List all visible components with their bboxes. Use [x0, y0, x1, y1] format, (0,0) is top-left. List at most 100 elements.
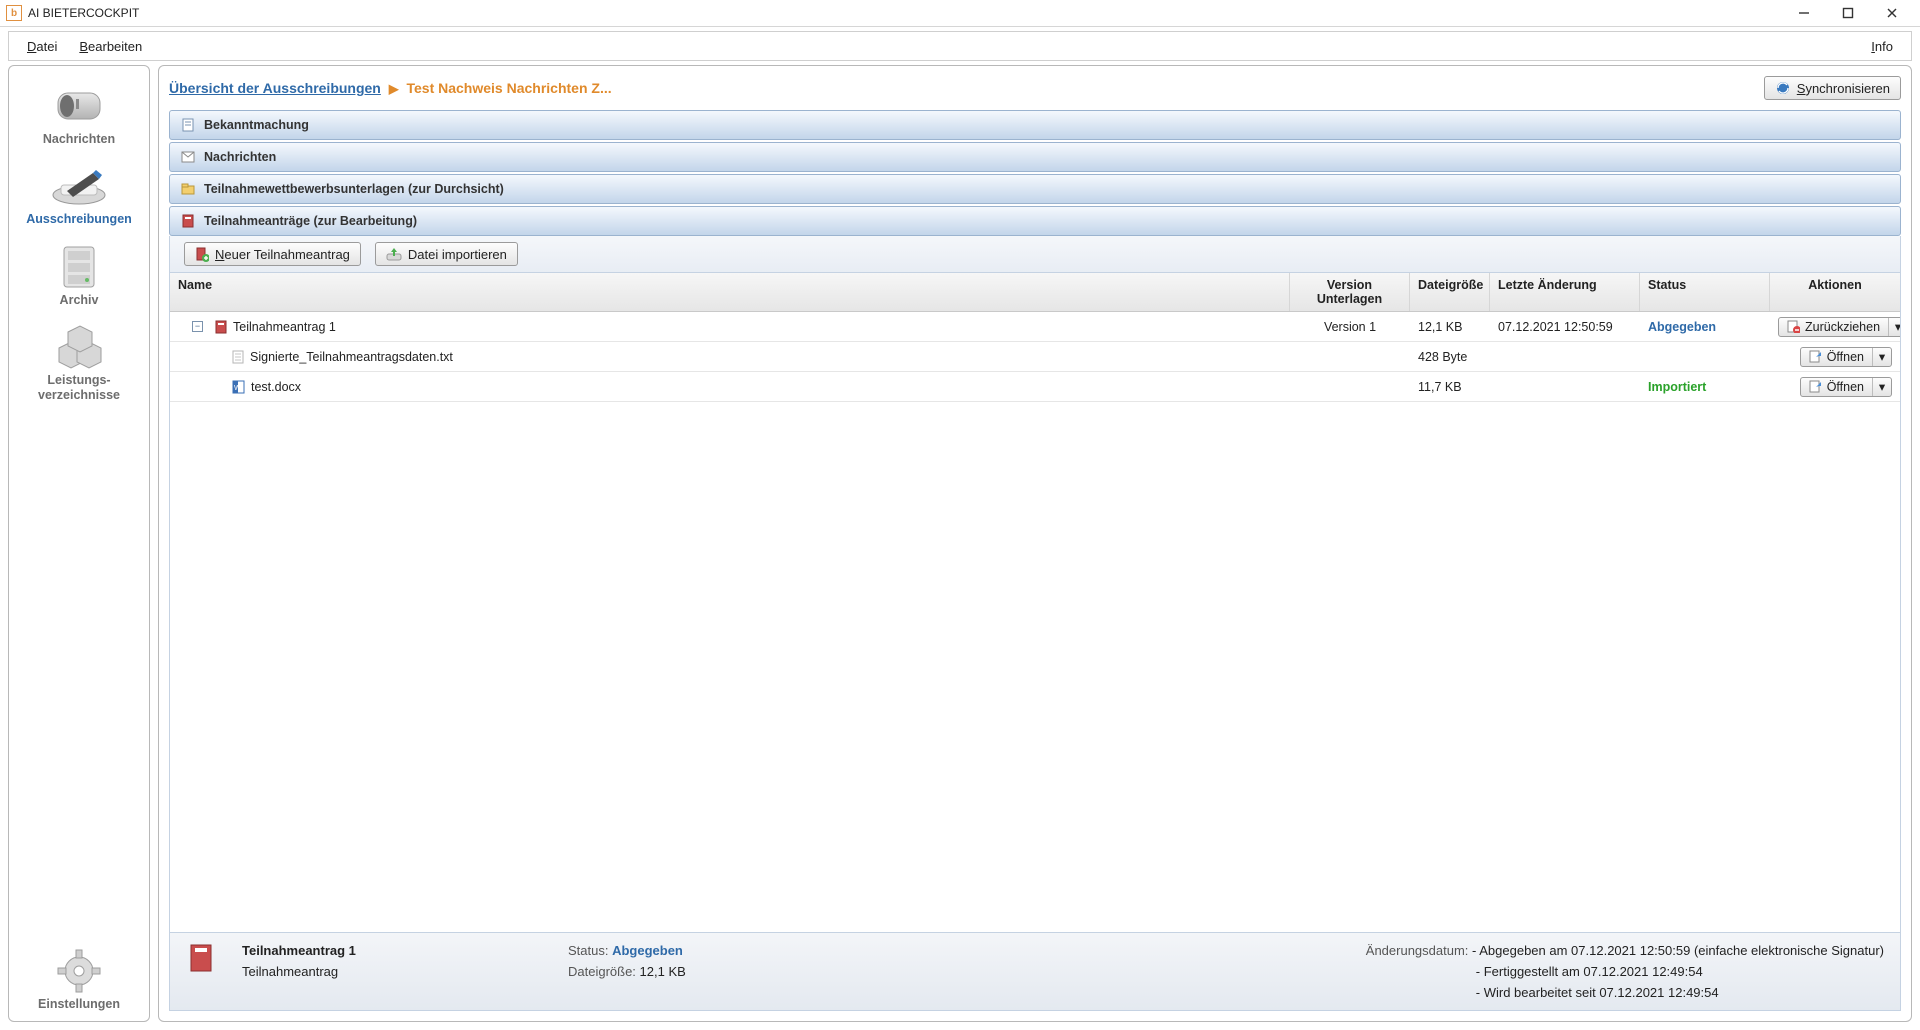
detail-footer: Teilnahmeantrag 1 Teilnahmeantrag Status… — [169, 933, 1901, 1011]
table-body: − Teilnahmeantrag 1 Version 1 12,1 KB 07… — [170, 312, 1900, 932]
footer-status-value: Abgegeben — [612, 943, 683, 958]
breadcrumb-root[interactable]: Übersicht der Ausschreibungen — [169, 80, 381, 96]
antraege-table: Name Version Unterlagen Dateigröße Letzt… — [169, 273, 1901, 933]
binder-icon — [215, 320, 227, 334]
cell-name: test.docx — [251, 380, 301, 394]
window-title: AI BIETERCOCKPIT — [28, 6, 139, 20]
footer-change-line: - Wird bearbeitet seit 07.12.2021 12:49:… — [1366, 985, 1884, 1000]
text-file-icon — [232, 350, 244, 364]
cell-status: Importiert — [1640, 380, 1770, 394]
globe-sync-icon — [1775, 80, 1791, 96]
minimize-button[interactable] — [1782, 0, 1826, 26]
content-pane: Übersicht der Ausschreibungen ▶ Test Nac… — [158, 65, 1912, 1022]
envelope-icon — [180, 149, 196, 165]
section-label: Bekanntmachung — [204, 118, 309, 132]
menu-bearbeiten[interactable]: Bearbeiten — [79, 39, 142, 54]
chevron-down-icon[interactable]: ▾ — [1873, 348, 1891, 366]
breadcrumb-separator-icon: ▶ — [389, 81, 399, 96]
open-icon — [1809, 380, 1822, 393]
th-size[interactable]: Dateigröße — [1410, 273, 1490, 311]
binder-icon — [180, 213, 196, 229]
footer-change-line: - Abgegeben am 07.12.2021 12:50:59 (einf… — [1472, 943, 1884, 958]
sidebar-item-archiv[interactable]: Archiv — [9, 241, 149, 307]
section-bekanntmachung[interactable]: Bekanntmachung — [169, 110, 1901, 140]
menu-datei[interactable]: Datei — [27, 39, 57, 54]
svg-text:W: W — [234, 385, 241, 392]
word-file-icon: W — [232, 380, 245, 394]
mailbox-icon — [9, 80, 149, 132]
folder-icon — [180, 181, 196, 197]
breadcrumb-current: Test Nachweis Nachrichten Z... — [406, 80, 611, 96]
cell-size: 428 Byte — [1410, 350, 1490, 364]
open-icon — [1809, 350, 1822, 363]
cell-status: Abgegeben — [1640, 320, 1770, 334]
breadcrumb-row: Übersicht der Ausschreibungen ▶ Test Nac… — [169, 76, 1901, 100]
table-row[interactable]: W test.docx 11,7 KB Importiert Öffnen ▾ — [170, 372, 1900, 402]
section-unterlagen[interactable]: Teilnahmewettbewerbsunterlagen (zur Durc… — [169, 174, 1901, 204]
sidebar-item-einstellungen[interactable]: Einstellungen — [9, 945, 149, 1011]
row-action-oeffnen[interactable]: Öffnen ▾ — [1800, 347, 1892, 367]
sidebar-item-label: Leistungs- verzeichnisse — [9, 373, 149, 402]
th-version[interactable]: Version Unterlagen — [1290, 273, 1410, 311]
withdraw-icon — [1787, 320, 1800, 333]
footer-title: Teilnahmeantrag 1 — [242, 943, 542, 958]
menubar: Datei Bearbeiten Info — [8, 31, 1912, 61]
tablet-pen-icon — [9, 160, 149, 212]
cell-version: Version 1 — [1290, 320, 1410, 334]
menu-info[interactable]: Info — [1871, 39, 1893, 54]
row-action-oeffnen[interactable]: Öffnen ▾ — [1800, 377, 1892, 397]
row-action-zurueckziehen[interactable]: Zurückziehen ▾ — [1778, 317, 1900, 337]
table-header: Name Version Unterlagen Dateigröße Letzt… — [170, 273, 1900, 312]
tree-collapse-icon[interactable]: − — [192, 321, 203, 332]
binder-icon — [186, 943, 216, 1000]
sync-button[interactable]: Synchronisieren — [1764, 76, 1901, 100]
footer-changes-label: Änderungsdatum: — [1366, 943, 1469, 958]
th-actions[interactable]: Aktionen — [1770, 273, 1900, 311]
footer-size-value: 12,1 KB — [640, 964, 686, 979]
section-antraege[interactable]: Teilnahmeanträge (zur Bearbeitung) — [169, 206, 1901, 236]
cell-name: Teilnahmeantrag 1 — [233, 320, 336, 334]
chevron-down-icon[interactable]: ▾ — [1873, 378, 1891, 396]
cell-name: Signierte_Teilnahmeantragsdaten.txt — [250, 350, 453, 364]
binder-add-icon — [195, 246, 209, 262]
th-date[interactable]: Letzte Änderung — [1490, 273, 1640, 311]
cell-size: 11,7 KB — [1410, 380, 1490, 394]
cell-size: 12,1 KB — [1410, 320, 1490, 334]
table-row[interactable]: Signierte_Teilnahmeantragsdaten.txt 428 … — [170, 342, 1900, 372]
sidebar-item-label: Nachrichten — [9, 132, 149, 146]
sidebar-item-label: Einstellungen — [9, 997, 149, 1011]
sidebar-item-ausschreibungen[interactable]: Ausschreibungen — [9, 160, 149, 226]
sidebar-item-label: Ausschreibungen — [9, 212, 149, 226]
th-status[interactable]: Status — [1640, 273, 1770, 311]
gear-icon — [9, 945, 149, 997]
button-label: Datei importieren — [408, 247, 507, 262]
close-button[interactable] — [1870, 0, 1914, 26]
workspace: Nachrichten Ausschreibungen Archiv Leist… — [0, 65, 1920, 1030]
section-label: Teilnahmewettbewerbsunterlagen (zur Durc… — [204, 182, 504, 196]
footer-size-label: Dateigröße: — [568, 964, 636, 979]
titlebar: b AI BIETERCOCKPIT — [0, 0, 1920, 27]
import-file-button[interactable]: Datei importieren — [375, 242, 518, 266]
sidebar-item-nachrichten[interactable]: Nachrichten — [9, 80, 149, 146]
antraege-toolbar: Neuer Teilnahmeantrag Datei importieren — [169, 236, 1901, 273]
boxes-icon — [9, 321, 149, 373]
document-icon — [180, 117, 196, 133]
import-icon — [386, 247, 402, 261]
new-teilnahmeantrag-button[interactable]: Neuer Teilnahmeantrag — [184, 242, 361, 266]
sidebar-item-label: Archiv — [9, 293, 149, 307]
sidebar-item-leistungsverzeichnisse[interactable]: Leistungs- verzeichnisse — [9, 321, 149, 402]
footer-change-line: - Fertiggestellt am 07.12.2021 12:49:54 — [1366, 964, 1884, 979]
sidebar: Nachrichten Ausschreibungen Archiv Leist… — [8, 65, 150, 1022]
footer-subtitle: Teilnahmeantrag — [242, 964, 542, 979]
chevron-down-icon[interactable]: ▾ — [1889, 318, 1900, 336]
section-nachrichten[interactable]: Nachrichten — [169, 142, 1901, 172]
app-icon: b — [6, 5, 22, 21]
table-row[interactable]: − Teilnahmeantrag 1 Version 1 12,1 KB 07… — [170, 312, 1900, 342]
server-icon — [9, 241, 149, 293]
section-label: Nachrichten — [204, 150, 276, 164]
maximize-button[interactable] — [1826, 0, 1870, 26]
th-name[interactable]: Name — [170, 273, 1290, 311]
footer-status-label: Status: — [568, 943, 608, 958]
section-label: Teilnahmeanträge (zur Bearbeitung) — [204, 214, 417, 228]
cell-date: 07.12.2021 12:50:59 — [1490, 320, 1640, 334]
